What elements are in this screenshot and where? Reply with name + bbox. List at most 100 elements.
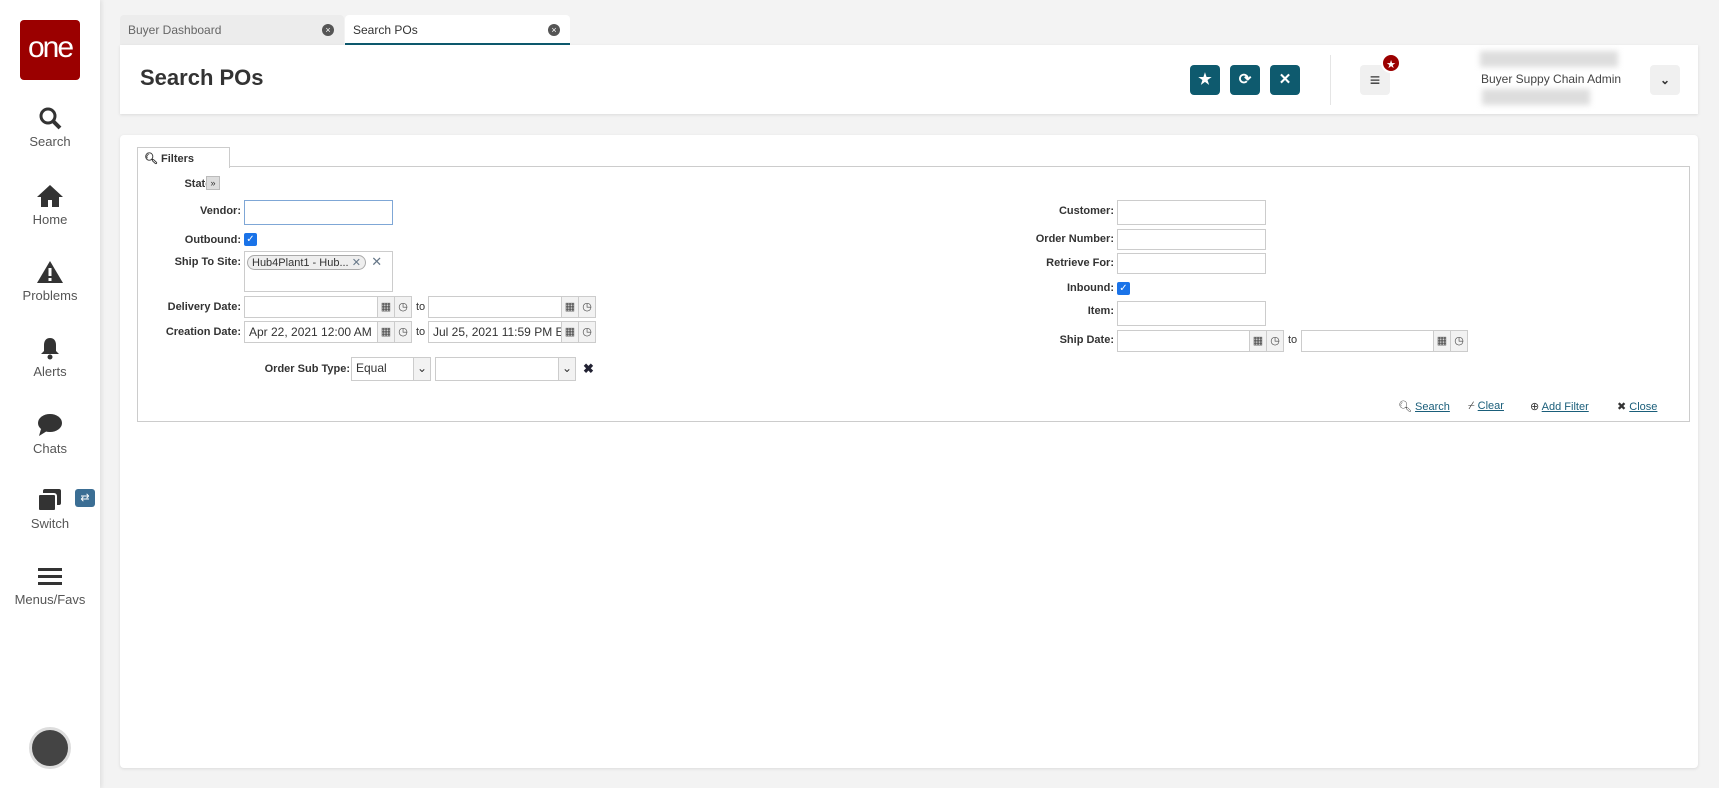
close-tab-icon[interactable]: × [548, 24, 560, 36]
search-link[interactable]: 🔍︎ Search [1398, 400, 1450, 413]
blurred-user-name [1480, 51, 1618, 67]
ship-to-site-chip: Hub4Plant1 - Hub... ✕ [247, 255, 366, 270]
vendor-input[interactable] [244, 200, 393, 225]
clear-link[interactable]: ⌿ Clear [1468, 400, 1504, 413]
star-icon: ★ [1198, 71, 1212, 88]
clock-icon[interactable]: ◷ [395, 296, 412, 318]
state-expand-button[interactable]: » [206, 176, 220, 190]
outbound-label: Outbound: [184, 234, 241, 246]
close-icon: ✕ [1278, 71, 1292, 88]
calendar-icon[interactable]: ▦ [1250, 330, 1267, 352]
logo[interactable]: one [20, 20, 80, 80]
chat-icon [38, 414, 62, 436]
broom-icon: ⌿ [1468, 400, 1475, 412]
item-input[interactable] [1117, 301, 1266, 326]
clear-all-icon[interactable]: ✕ [371, 254, 382, 269]
warning-icon [37, 261, 63, 283]
user-role: Buyer Suppy Chain Admin [1481, 72, 1622, 86]
add-filter-link[interactable]: ⊕ Add Filter [1530, 400, 1589, 413]
divider [1330, 55, 1331, 105]
retrieve-for-label: Retrieve For: [1046, 257, 1114, 269]
remove-chip-icon[interactable]: ✕ [352, 257, 361, 269]
main-panel: 🔍︎ Filters State: » Vendor: Outbound: ✓ … [120, 135, 1698, 768]
order-sub-type-value-select[interactable]: ⌄ [435, 357, 576, 381]
to-label: to [1288, 334, 1298, 346]
sidebar: one Search Home Problems Alerts Chats Sw… [0, 0, 100, 788]
close-link[interactable]: ✖ Close [1617, 400, 1657, 413]
inbound-checkbox[interactable]: ✓ [1117, 282, 1130, 295]
clock-icon[interactable]: ◷ [1451, 330, 1468, 352]
delivery-date-from[interactable] [244, 296, 378, 318]
order-number-input[interactable] [1117, 229, 1266, 250]
avatar[interactable] [29, 727, 71, 769]
ship-date-from[interactable] [1117, 330, 1250, 352]
page-header: Search POs ★ ⟳ ✕ ≡ ★ Buyer Suppy Chain A… [120, 45, 1698, 114]
double-chevron-down-icon: » [210, 178, 216, 188]
close-page-button[interactable]: ✕ [1270, 65, 1300, 95]
sidebar-item-chats[interactable]: Chats [0, 413, 100, 456]
customer-label: Customer: [1058, 205, 1114, 217]
chevron-down-icon: ⌄ [413, 358, 430, 380]
calendar-icon[interactable]: ▦ [378, 321, 395, 343]
chevron-down-icon: ⌄ [558, 358, 575, 380]
tab-buyer-dashboard[interactable]: Buyer Dashboard × [120, 15, 344, 45]
item-label: Item: [1087, 305, 1114, 317]
sidebar-item-alerts[interactable]: Alerts [0, 336, 100, 379]
search-icon [39, 107, 62, 130]
delivery-date-label: Delivery Date: [167, 301, 241, 313]
close-tab-icon[interactable]: × [322, 24, 334, 36]
ship-date-to[interactable] [1301, 330, 1434, 352]
switch-icon [37, 489, 61, 512]
creation-date-to[interactable]: Jul 25, 2021 11:59 PM E [428, 321, 562, 343]
ship-date-label: Ship Date: [1059, 334, 1114, 346]
clock-icon[interactable]: ◷ [395, 321, 412, 343]
calendar-icon[interactable]: ▦ [1434, 330, 1451, 352]
sidebar-item-home[interactable]: Home [0, 184, 100, 227]
creation-date-from[interactable]: Apr 22, 2021 12:00 AM [244, 321, 378, 343]
refresh-button[interactable]: ⟳ [1230, 65, 1260, 95]
order-sub-type-label: Order Sub Type: [264, 363, 350, 375]
chevron-down-icon: ⌄ [1659, 73, 1671, 87]
ship-to-site-input[interactable]: Hub4Plant1 - Hub... ✕ ✕ [244, 251, 393, 292]
order-sub-type-operator-select[interactable]: Equal ⌄ [351, 357, 431, 381]
favorites-badge-icon: ★ [1381, 53, 1401, 73]
ship-to-site-label: Ship To Site: [174, 256, 241, 268]
state-label: State: [184, 178, 215, 190]
blurred-user-info [1482, 89, 1590, 105]
filters-tab[interactable]: 🔍︎ Filters [137, 147, 230, 168]
to-label: to [416, 326, 426, 338]
tab-search-pos[interactable]: Search POs × [345, 15, 570, 45]
search-icon: 🔍︎ [1398, 401, 1412, 413]
retrieve-for-input[interactable] [1117, 253, 1266, 274]
clock-icon[interactable]: ◷ [579, 296, 596, 318]
to-label: to [416, 301, 426, 313]
outbound-checkbox[interactable]: ✓ [244, 233, 257, 246]
delivery-date-to[interactable] [428, 296, 562, 318]
calendar-icon[interactable]: ▦ [562, 296, 579, 318]
sidebar-item-search[interactable]: Search [0, 106, 100, 149]
remove-filter-icon[interactable]: ✖ [583, 361, 594, 377]
order-number-label: Order Number: [1035, 233, 1114, 245]
calendar-icon[interactable]: ▦ [378, 296, 395, 318]
search-icon: 🔍︎ [144, 153, 158, 165]
clock-icon[interactable]: ◷ [1267, 330, 1284, 352]
close-icon: ✖ [1617, 401, 1627, 413]
plus-circle-icon: ⊕ [1530, 401, 1540, 413]
page-title: Search POs [140, 65, 264, 90]
menu-icon [38, 568, 62, 585]
sidebar-item-problems[interactable]: Problems [0, 260, 100, 303]
favorite-button[interactable]: ★ [1190, 65, 1220, 95]
calendar-icon[interactable]: ▦ [562, 321, 579, 343]
menu-icon: ≡ [1369, 70, 1381, 90]
bell-icon [41, 338, 59, 360]
user-dropdown-button[interactable]: ⌄ [1650, 65, 1680, 95]
clock-icon[interactable]: ◷ [579, 321, 596, 343]
sidebar-item-menus-favs[interactable]: Menus/Favs [0, 566, 100, 607]
customer-input[interactable] [1117, 200, 1266, 225]
inbound-label: Inbound: [1066, 282, 1114, 294]
home-icon [37, 185, 63, 207]
vendor-label: Vendor: [200, 205, 241, 217]
creation-date-label: Creation Date: [165, 326, 241, 338]
refresh-icon: ⟳ [1238, 71, 1252, 88]
switch-arrows-icon: ⇄ [75, 489, 95, 507]
